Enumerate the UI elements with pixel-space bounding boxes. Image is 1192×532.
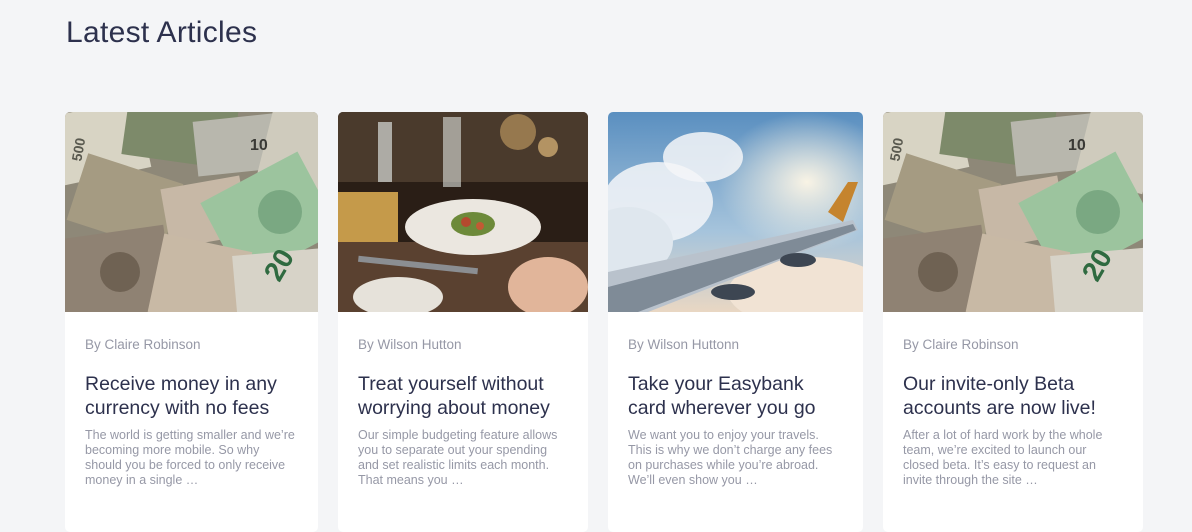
article-excerpt: Our simple budgeting feature allows you … xyxy=(358,428,558,487)
article-excerpt: We want you to enjoy your travels. This … xyxy=(628,428,833,487)
banknote-ten-label: 10 xyxy=(250,137,268,154)
restaurant-image[interactable] xyxy=(338,112,588,312)
article-card[interactable]: By Wilson Huttonn Take your Easybank car… xyxy=(608,112,863,532)
plane-image[interactable] xyxy=(608,112,863,312)
banknote-ten-label: 10 xyxy=(1068,137,1086,154)
article-excerpt: After a lot of hard work by the whole te… xyxy=(903,428,1103,487)
article-author: By Claire Robinson xyxy=(85,337,201,352)
currency-image[interactable]: 10 20 500 xyxy=(883,112,1143,312)
article-card[interactable]: By Wilson Hutton Treat yourself without … xyxy=(338,112,588,532)
article-title[interactable]: Treat yourself without worrying about mo… xyxy=(358,372,568,420)
article-author: By Wilson Huttonn xyxy=(628,337,740,352)
article-title[interactable]: Our invite-only Beta accounts are now li… xyxy=(903,372,1123,420)
currency-image[interactable]: 10 20 500 xyxy=(65,112,318,312)
article-title[interactable]: Take your Easybank card wherever you go xyxy=(628,372,843,420)
article-author: By Wilson Hutton xyxy=(358,337,462,352)
article-excerpt: The world is getting smaller and we’re b… xyxy=(85,428,295,487)
article-card[interactable]: 10 20 500 By Claire Robinson Receive mon… xyxy=(65,112,318,532)
article-card[interactable]: 10 20 500 By Claire Robinson Our invite-… xyxy=(883,112,1143,532)
article-title[interactable]: Receive money in any currency with no fe… xyxy=(85,372,298,420)
article-author: By Claire Robinson xyxy=(903,337,1019,352)
section-title: Latest Articles xyxy=(66,16,258,49)
